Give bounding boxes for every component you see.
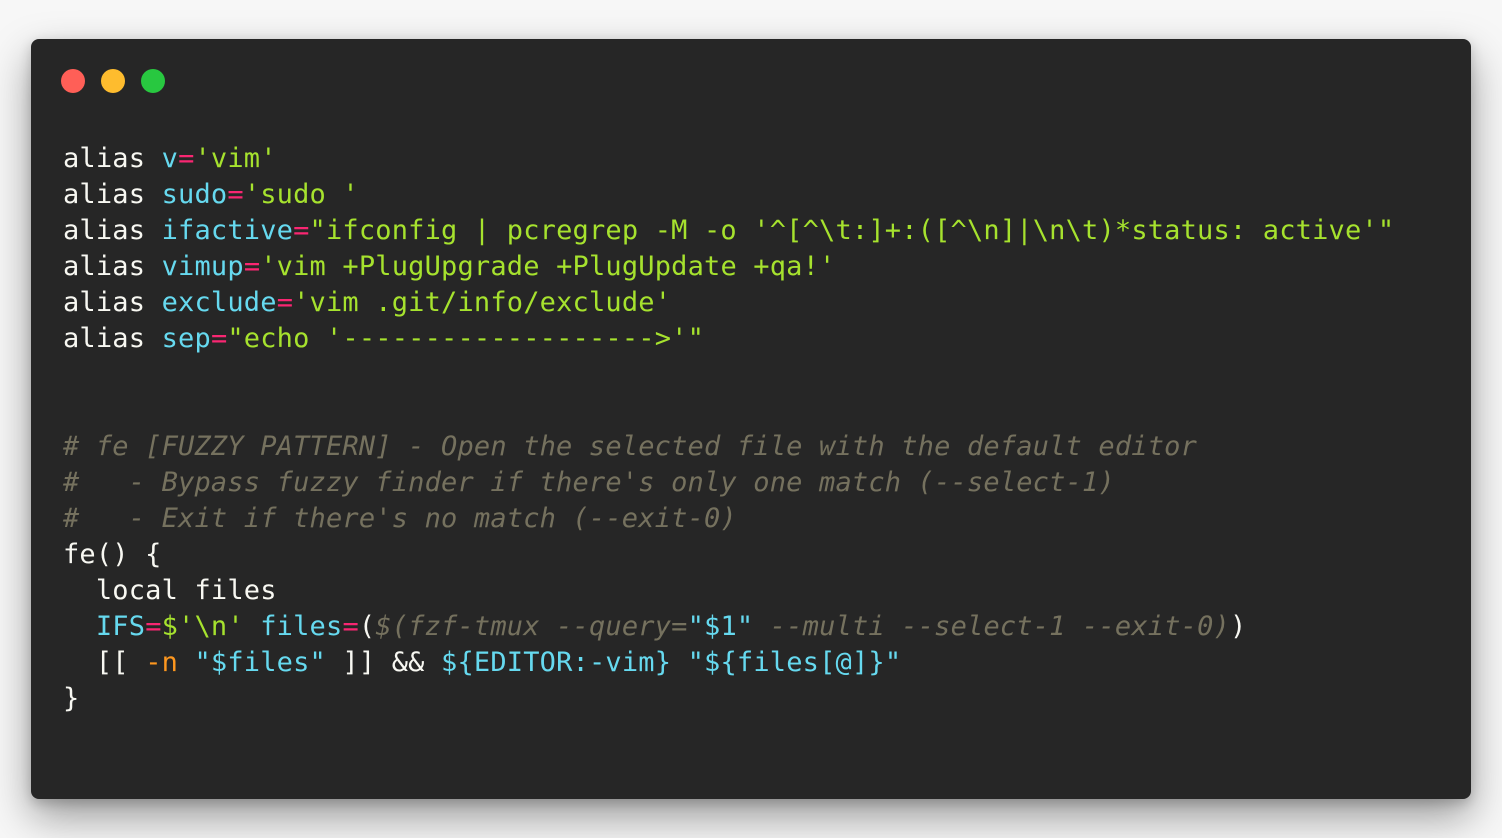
code-token-string: 'vim' <box>194 143 277 174</box>
close-button[interactable] <box>61 69 85 93</box>
code-token-variable: "${files[@]}" <box>687 647 902 678</box>
code-token-string: $'\n' <box>161 611 244 642</box>
code-line: alias ifactive="ifconfig | pcregrep -M -… <box>63 213 1394 249</box>
code-token-text: ( <box>358 611 376 642</box>
code-token-variable: ${EDITOR:-vim} <box>441 647 672 678</box>
code-token-operator: = <box>227 179 244 210</box>
code-token-variable: sep <box>161 323 211 354</box>
code-token-variable: vimup <box>161 251 244 282</box>
code-token-operator: = <box>243 251 261 282</box>
code-line: } <box>63 681 1394 717</box>
code-line: # fe [FUZZY PATTERN] - Open the selected… <box>63 429 1394 465</box>
code-token-variable: files <box>260 611 343 642</box>
code-line: alias v='vim' <box>63 141 1394 177</box>
code-token-text: } <box>63 683 80 714</box>
code-token-comment: --multi --select-1 --exit-0) <box>753 611 1230 642</box>
code-token-operator: = <box>342 611 359 642</box>
code-token-variable: "$files" <box>194 647 326 678</box>
code-token-operator: = <box>293 215 310 246</box>
code-token-string: 'sudo ' <box>243 179 359 210</box>
code-token-variable: v <box>161 143 179 174</box>
minimize-button[interactable] <box>101 69 125 93</box>
code-line: # - Exit if there's no match (--exit-0) <box>63 501 1394 537</box>
code-line: fe() { <box>63 537 1394 573</box>
code-line: alias sep="echo '------------------->'" <box>63 321 1394 357</box>
code-token-text: alias <box>63 215 162 246</box>
code-token-text: ) <box>1229 611 1247 642</box>
code-token-variable: "$1" <box>687 611 754 642</box>
code-token-text: alias <box>63 143 162 174</box>
code-token-operator: = <box>210 323 228 354</box>
code-token-operator: = <box>178 143 195 174</box>
code-token-option: -n <box>145 647 179 678</box>
code-line: [[ -n "$files" ]] && ${EDITOR:-vim} "${f… <box>63 645 1394 681</box>
code-token-text: alias <box>63 323 162 354</box>
code-line: alias vimup='vim +PlugUpgrade +PlugUpdat… <box>63 249 1394 285</box>
code-token-text: local files <box>63 575 277 606</box>
code-token-text: [[ <box>63 647 146 678</box>
code-line: # - Bypass fuzzy finder if there's only … <box>63 465 1394 501</box>
code-token-variable: sudo <box>161 179 228 210</box>
code-line: alias sudo='sudo ' <box>63 177 1394 213</box>
code-token-text: alias <box>63 179 162 210</box>
code-line: IFS=$'\n' files=($(fzf-tmux --query="$1"… <box>63 609 1394 645</box>
code-token-text: fe() { <box>63 539 162 570</box>
code-token-string: 'vim .git/info/exclude' <box>293 287 672 318</box>
code-block: alias v='vim' alias sudo='sudo ' alias ifa… <box>63 141 1394 717</box>
code-token-variable: IFS <box>95 611 146 642</box>
zoom-button[interactable] <box>141 69 165 93</box>
code-token-comment: # fe [FUZZY PATTERN] - Open the selected… <box>63 431 1198 462</box>
code-token-string: 'vim +PlugUpgrade +PlugUpdate +qa!' <box>260 251 836 282</box>
code-line: local files <box>63 573 1394 609</box>
code-window: alias v='vim' alias sudo='sudo ' alias ifa… <box>31 39 1471 799</box>
code-token-text: ]] && <box>325 647 442 678</box>
code-token-operator: = <box>276 287 294 318</box>
code-token-comment: $(fzf-tmux --query= <box>375 611 688 642</box>
code-token-operator: = <box>145 611 162 642</box>
code-token-text: alias <box>63 251 162 282</box>
code-token-comment: # - Exit if there's no match (--exit-0) <box>63 503 737 534</box>
code-token-text: alias <box>63 287 162 318</box>
code-token-variable: exclude <box>161 287 277 318</box>
code-token-variable: ifactive <box>161 215 294 246</box>
code-token-string: "ifconfig | pcregrep -M -o '^[^\t:]+:([^… <box>309 215 1395 246</box>
code-token-string: "echo '------------------->'" <box>227 323 705 354</box>
code-token-comment: # - Bypass fuzzy finder if there's only … <box>63 467 1115 498</box>
code-line: alias exclude='vim .git/info/exclude' <box>63 285 1394 321</box>
